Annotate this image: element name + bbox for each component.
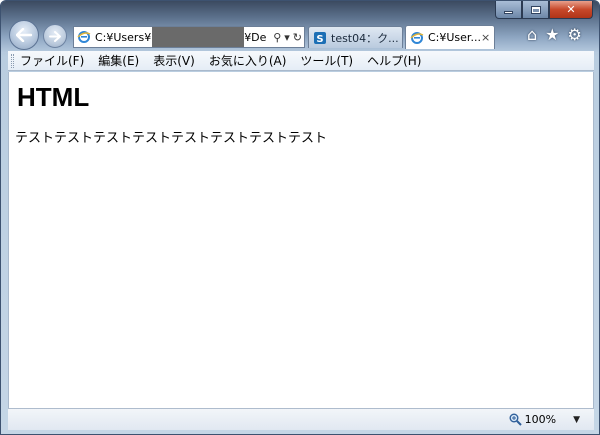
zoom-icon	[509, 413, 522, 426]
back-button[interactable]	[9, 20, 39, 50]
star-icon[interactable]: ★	[545, 27, 559, 43]
tab-label: C:¥User...	[428, 31, 481, 44]
page-heading: HTML	[17, 82, 90, 112]
menu-item-file[interactable]: ファイル(F)	[20, 52, 84, 69]
menu-item-favorites[interactable]: お気に入り(A)	[209, 52, 287, 69]
browser-window: ✕ C:¥Users¥ ¥De ⚲ ▾ ↻ S test04：ク... C:¥U…	[0, 0, 600, 435]
window-caption-buttons: ✕	[495, 1, 593, 19]
menu-item-help[interactable]: ヘルプ(H)	[367, 52, 421, 69]
menu-grip[interactable]	[11, 53, 14, 68]
address-bar[interactable]: C:¥Users¥ ¥De ⚲ ▾ ↻	[73, 26, 305, 48]
maximize-icon	[530, 5, 541, 14]
close-button[interactable]: ✕	[549, 1, 593, 19]
menu-item-tools[interactable]: ツール(T)	[300, 52, 353, 69]
refresh-icon[interactable]: ↻	[293, 31, 302, 44]
tab-label: test04：ク...	[331, 31, 399, 45]
tab-current[interactable]: C:¥User... ×	[405, 25, 495, 49]
chevron-down-icon[interactable]: ▼	[573, 415, 580, 425]
tab-test04[interactable]: S test04：ク...	[308, 26, 403, 48]
page-text: テストテストテストテストテストテストテストテスト	[15, 131, 328, 146]
chevron-down-icon[interactable]: ▾	[284, 31, 290, 44]
menu-item-edit[interactable]: 編集(E)	[98, 52, 139, 69]
back-arrow-icon	[16, 28, 32, 42]
browser-toolbar: ⌂ ★ ⚙	[527, 27, 582, 43]
forward-button[interactable]	[43, 24, 67, 48]
address-text-start: C:¥Users¥	[95, 30, 152, 44]
status-bar: 100% ▼	[8, 408, 594, 430]
zoom-control[interactable]: 100% ▼	[509, 413, 580, 426]
search-icon[interactable]: ⚲	[273, 31, 281, 44]
close-icon: ✕	[566, 3, 576, 16]
menu-bar: ファイル(F) 編集(E) 表示(V) お気に入り(A) ツール(T) ヘルプ(…	[8, 51, 594, 71]
page-content: HTML テストテストテストテストテストテストテストテスト	[8, 72, 594, 408]
menu-item-view[interactable]: 表示(V)	[153, 52, 195, 69]
svg-text:S: S	[316, 34, 323, 45]
gear-icon[interactable]: ⚙	[568, 27, 582, 43]
address-tools: ⚲ ▾ ↻	[273, 29, 302, 45]
zoom-level: 100%	[524, 413, 557, 426]
minimize-button[interactable]	[495, 1, 522, 19]
ie-icon	[77, 31, 91, 43]
tab-close-icon[interactable]: ×	[481, 31, 490, 44]
maximize-button[interactable]	[522, 1, 549, 19]
sharepoint-icon: S	[314, 31, 326, 45]
ie-icon	[410, 31, 424, 44]
home-icon[interactable]: ⌂	[527, 27, 537, 43]
address-text-end: ¥De	[244, 30, 267, 44]
minimize-icon	[504, 11, 513, 14]
redacted-region	[152, 27, 245, 47]
forward-arrow-icon	[49, 30, 61, 42]
